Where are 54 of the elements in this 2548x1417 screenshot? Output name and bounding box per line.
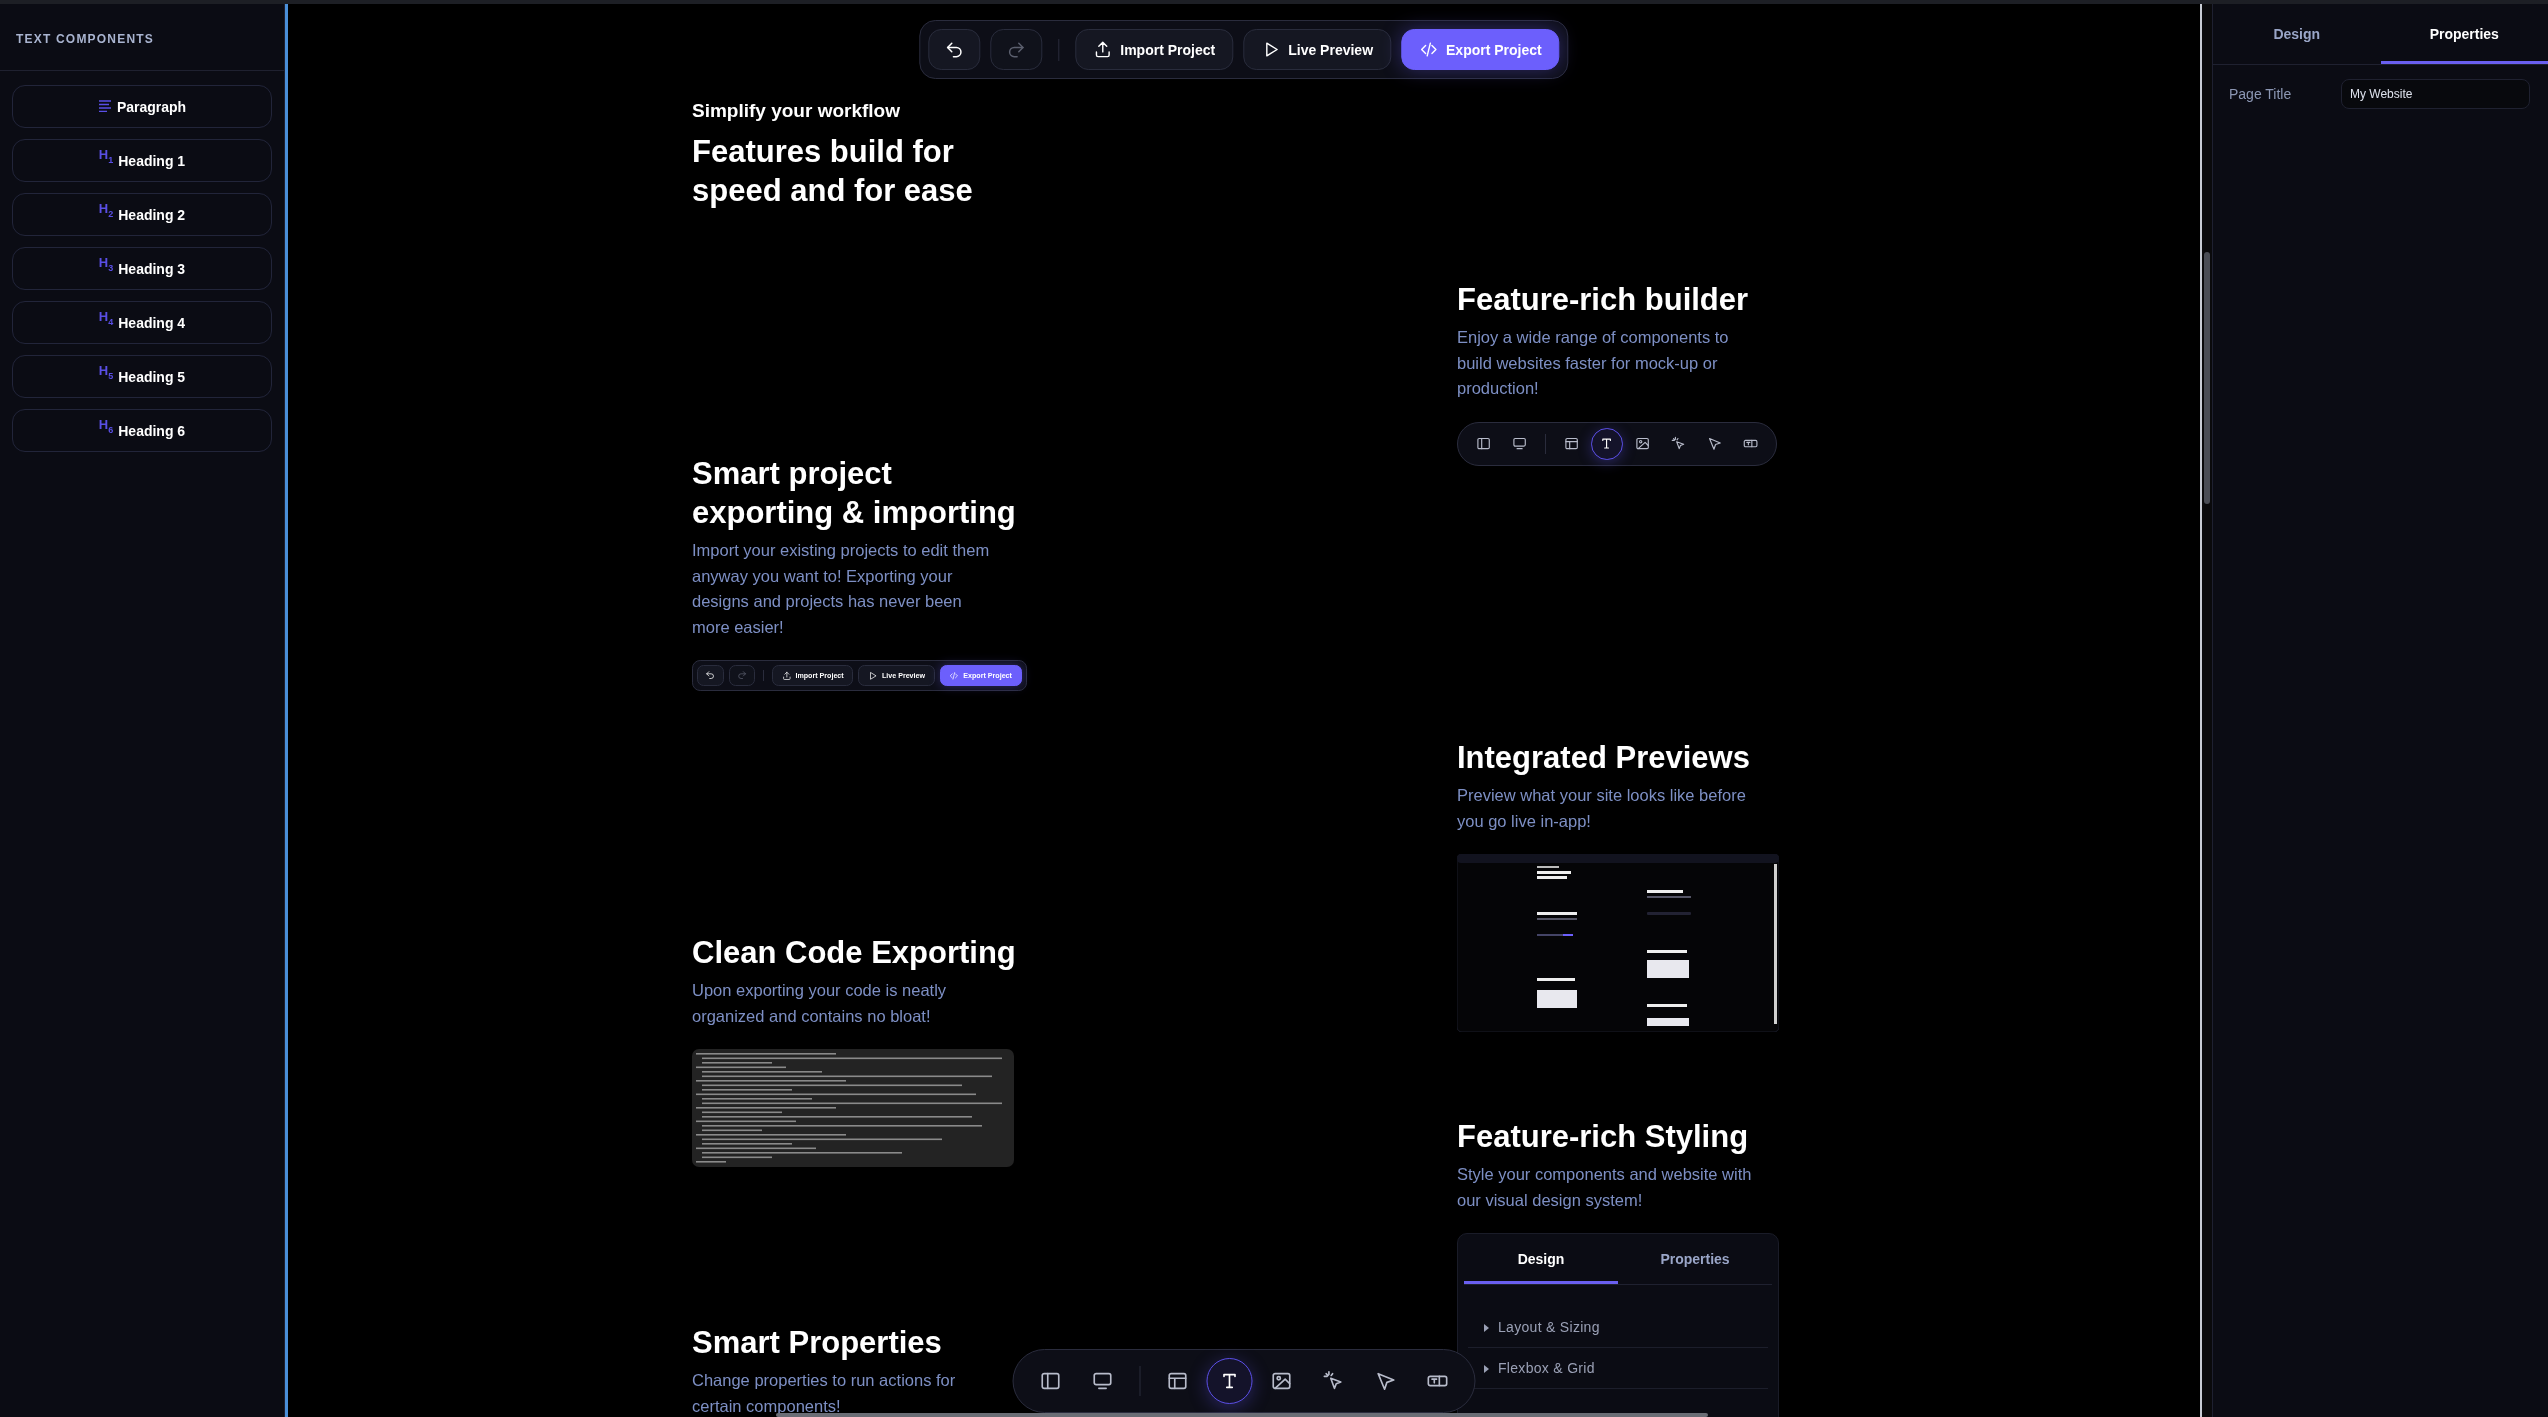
section-header[interactable]: Flexbox & Grid [1498,1360,1595,1376]
text-tool-button[interactable] [1591,428,1623,460]
export-project-button[interactable]: Export Project [1401,29,1560,70]
scrollbar-thumb[interactable] [776,1413,1708,1417]
component-item[interactable]: H$_{5}$ Heading 5 [12,355,272,398]
scrollbar-thumb[interactable] [2204,252,2210,504]
feature-heading: Integrated Previews [1457,739,1751,777]
heading-icon: H$_{6}$ [98,416,114,435]
tab[interactable]: Properties [2380,4,2548,64]
feature-description: Import your existing projects to edit them anyway you want to! Exporting your designs and projects has never been more easier! [692,540,991,638]
preview-project-button[interactable]: Live Preview [1243,29,1391,70]
component-item[interactable]: H$_{1}$ Heading 1 [12,139,272,182]
heading-icon: H$_{4}$ [98,308,114,327]
sidebar-title: TEXT COMPONENTS [0,4,284,71]
image-icon [1270,1370,1293,1392]
undo-button[interactable] [928,29,981,70]
upload-icon [1093,40,1113,59]
tab[interactable]: Design [1464,1234,1618,1284]
feature-heading: Smart project exporting & importing [692,455,1017,532]
feature-heading: Clean Code Exporting [692,934,1017,972]
field-label: Page Title [2229,86,2293,102]
feature-heading: Features build for speed and for ease [692,133,974,210]
eyebrow-text: Simplify your workflow [692,100,901,122]
layout-icon [1166,1370,1189,1392]
feature-description: Change properties to run actions for certain components! [692,1370,957,1417]
component-item[interactable]: H$_{4}$ Heading 4 [12,301,272,344]
heading-icon: H$_{3}$ [98,254,114,273]
feature-description: Enjoy a wide range of components to build websites faster for mock-up or production! [1457,327,1730,399]
tab[interactable]: Design [2213,4,2381,64]
heading-icon: H$_{2}$ [98,200,114,219]
monitor-icon [1091,1370,1114,1392]
pointer-icon [1374,1370,1397,1392]
component-item[interactable]: H$_{2}$ Heading 2 [12,193,272,236]
section-header[interactable]: Layout & Sizing [1498,1319,1600,1335]
import-project-button[interactable]: Import Project [1075,29,1234,70]
feature-description: Style your components and website with our visual design system! [1457,1164,1753,1211]
feature-description: Upon exporting your code is neatly organized and contains no bloat! [692,980,948,1027]
component-item[interactable]: Paragraph [12,85,272,128]
tab[interactable]: Properties [1618,1234,1772,1284]
component-item[interactable]: H$_{3}$ Heading 3 [12,247,272,290]
feature-heading: Smart Properties [692,1324,943,1362]
heading-icon: H$_{5}$ [98,362,114,381]
undo-button[interactable] [697,665,724,686]
feature-heading: Feature-rich Styling [1457,1118,1750,1156]
heading-icon: H$_{1}$ [98,146,114,165]
feature-description: Preview what your site looks like before you go live in-app! [1457,785,1747,832]
code-icon [1419,40,1438,59]
text-tool-button[interactable] [1206,1358,1253,1404]
feature-heading: Feature-rich builder [1457,281,1750,319]
paragraph-icon [97,99,112,112]
click-icon [1322,1370,1345,1392]
component-item[interactable]: H$_{6}$ Heading 6 [12,409,272,452]
sidebar-icon [1039,1370,1062,1392]
page-title-field[interactable]: My Website [2341,79,2530,109]
